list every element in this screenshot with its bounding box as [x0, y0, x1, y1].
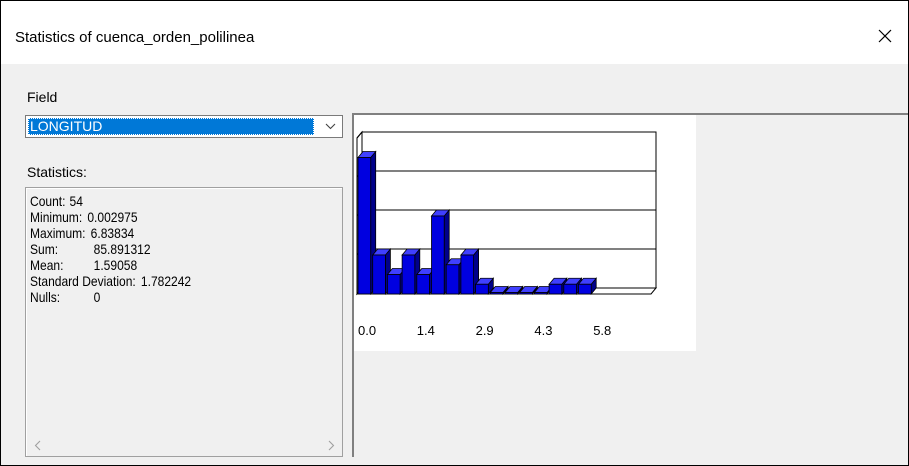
x-tick-label: 2.9 [476, 323, 494, 338]
statistics-text-box[interactable]: Count: 54 Minimum: 0.002975 Maximum: 6.83834 S… [25, 187, 343, 457]
statistics-row-label: Nulls: [30, 289, 61, 305]
statistics-row-label: Minimum: [30, 209, 83, 225]
statistics-row-value: 6.83834 [90, 225, 135, 241]
statistics-row-label: Sum: [30, 241, 59, 257]
bar-front [548, 283, 563, 295]
statistics-row: Nulls: 0 [30, 289, 191, 305]
histogram-chart: 0.0 1.4 2.9 4.3 5.8 [354, 115, 696, 351]
dialog-body: Field LONGITUD Statistics: Count: 54 Minim… [1, 64, 908, 465]
bar-front [445, 264, 460, 295]
window-title: Statistics of cuenca_orden_polilinea [15, 29, 255, 46]
statistics-row-label: Mean: [30, 257, 64, 273]
bar-front [563, 283, 577, 295]
field-dropdown[interactable]: LONGITUD [25, 115, 343, 138]
x-tick-label: 4.3 [534, 323, 552, 338]
histogram-panel: 0.0 1.4 2.9 4.3 5.8 [352, 113, 908, 457]
statistics-row-label: Count: [30, 193, 66, 209]
bar-front [504, 292, 519, 295]
scroll-right-button[interactable] [321, 435, 341, 455]
bar-front [387, 274, 401, 295]
statistics-row-label: Maximum: [30, 225, 86, 241]
bar-front [460, 254, 475, 295]
bar-front [372, 254, 386, 295]
x-tick-label: 0.0 [358, 323, 376, 338]
bar-front [357, 157, 372, 295]
close-icon [878, 29, 892, 43]
scroll-left-button[interactable] [27, 435, 47, 455]
histogram-bar [577, 277, 598, 296]
field-label: Field [27, 89, 58, 105]
statistics-row-value: 1.59058 [93, 257, 138, 273]
x-tick-label: 5.8 [593, 323, 611, 338]
bar-front [519, 292, 533, 295]
field-selected-value: LONGITUD [28, 118, 314, 135]
bar-front [475, 283, 489, 295]
bar-front [401, 254, 416, 295]
statistics-row-value: 1.782242 [140, 273, 192, 289]
chevron-left-icon [34, 440, 40, 450]
histogram-svg: 0.0 1.4 2.9 4.3 5.8 [355, 130, 658, 338]
statistics-label: Statistics: [27, 164, 87, 180]
bar-front [489, 292, 504, 295]
statistics-row: Minimum: 0.002975 [30, 209, 191, 225]
statistics-row-value: 0 [93, 289, 101, 305]
statistics-row: Maximum: 6.83834 [30, 225, 191, 241]
close-button[interactable] [862, 18, 908, 54]
statistics-row-value: 0.002975 [87, 209, 138, 225]
statistics-row: Standard Deviation: 1.782242 [30, 273, 191, 289]
statistics-text: Count: 54 Minimum: 0.002975 Maximum: 6.83834 S… [30, 193, 191, 305]
title-bar: Statistics of cuenca_orden_polilinea [1, 1, 908, 64]
bar-front [416, 274, 430, 295]
statistics-row: Mean: 1.59058 [30, 257, 191, 273]
x-tick-label: 1.4 [417, 323, 435, 338]
horizontal-scrollbar[interactable] [27, 435, 341, 455]
statistics-row-value: 85.891312 [93, 241, 151, 257]
bar-front [431, 215, 445, 295]
statistics-row-label: Standard Deviation: [30, 273, 136, 289]
statistics-row: Count: 54 [30, 193, 191, 209]
chevron-down-icon [325, 123, 335, 130]
bar-front [533, 292, 548, 295]
bar-front [578, 283, 592, 295]
chevron-right-icon [328, 440, 334, 450]
statistics-dialog: Statistics of cuenca_orden_polilinea Fie… [0, 0, 909, 466]
dropdown-arrow-button[interactable] [318, 116, 342, 137]
statistics-row-value: 54 [69, 193, 83, 209]
statistics-row: Sum: 85.891312 [30, 241, 191, 257]
